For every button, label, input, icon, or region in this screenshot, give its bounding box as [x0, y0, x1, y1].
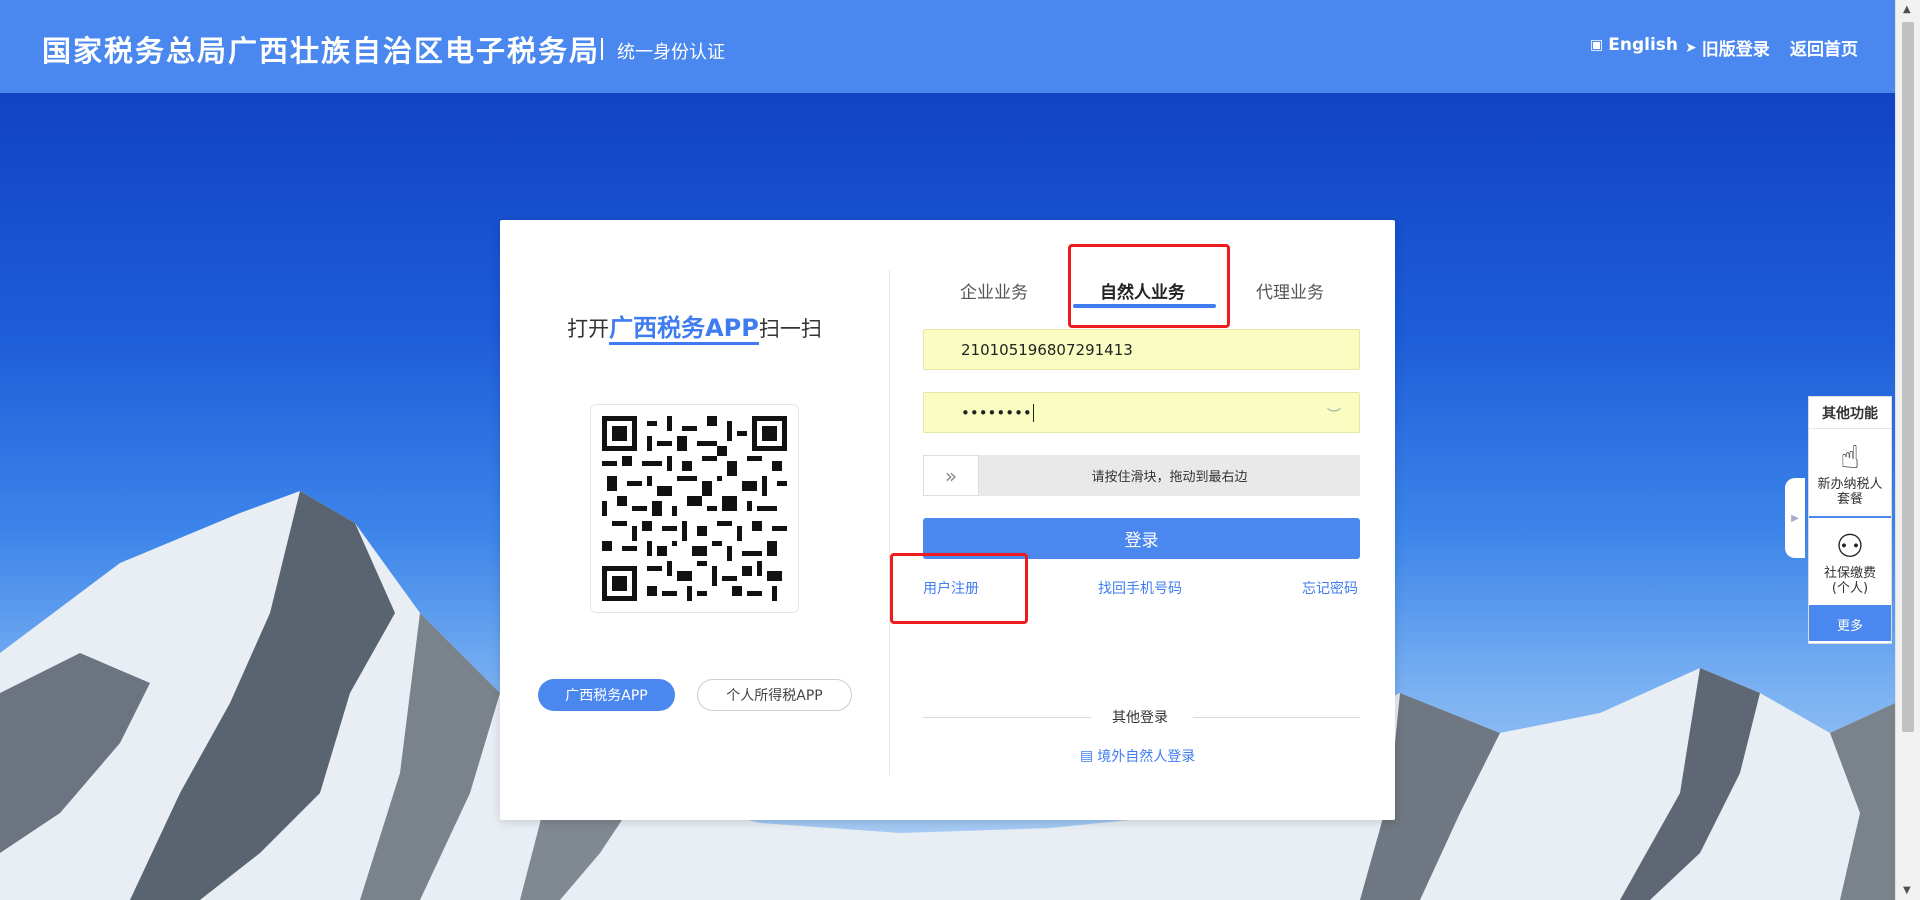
slider-captcha: » 请按住滑块，拖动到最右边 — [923, 455, 1360, 496]
side-item-social-security-line2: (个人) — [1831, 581, 1869, 596]
qr-title-app: 广西税务APP — [609, 314, 759, 345]
id-number-field[interactable]: 210105196807291413 — [923, 329, 1360, 370]
nav-english-label: English — [1608, 35, 1678, 55]
tab-enterprise[interactable]: 企业业务 — [960, 270, 1028, 310]
double-chevron-right-icon: » — [944, 463, 958, 488]
top-header: 国家税务总局广西壮族自治区电子税务局 统一身份认证 ▣ English ➤ 旧版… — [0, 0, 1895, 93]
side-widget: 其他功能 ☝ 新办纳税人 套餐 ⚇ 社保缴费 (个人) 更多 — [1808, 396, 1892, 644]
side-collapse-tab[interactable]: ▶ — [1785, 478, 1805, 558]
other-login-line-right — [1193, 717, 1360, 718]
side-item-social-security[interactable]: ⚇ 社保缴费 (个人) — [1809, 518, 1891, 607]
scroll-thumb[interactable] — [1902, 22, 1914, 732]
highlight-box-tab — [1068, 244, 1230, 328]
other-login-line-left — [923, 717, 1091, 718]
card-divider — [889, 270, 890, 775]
id-number-value: 210105196807291413 — [961, 340, 1133, 359]
text-cursor — [1032, 403, 1034, 422]
login-card: 打开广西税务APP扫一扫 广西税务APP 个人所得税APP 企业业务 自然人业务… — [500, 220, 1395, 820]
nav-home-label: 返回首页 — [1790, 40, 1858, 60]
nav-old-login-label: 旧版登录 — [1701, 40, 1770, 60]
side-item-new-taxpayer-line2: 套餐 — [1836, 492, 1863, 507]
person-icon: ⚇ — [1835, 527, 1865, 565]
nav-old-login[interactable]: ➤ 旧版登录 — [1685, 35, 1770, 61]
side-item-new-taxpayer[interactable]: ☝ 新办纳税人 套餐 — [1809, 429, 1891, 518]
scroll-down-arrow-icon[interactable]: ▼ — [1903, 885, 1911, 896]
other-login-label: 其他登录 — [1112, 710, 1168, 726]
nav-home[interactable]: 返回首页 — [1790, 35, 1858, 60]
id-card-icon: ▤ — [1080, 748, 1094, 764]
triangle-right-icon: ▶ — [1791, 512, 1799, 524]
qr-title: 打开广西税务APP扫一扫 — [500, 308, 889, 345]
slider-handle[interactable]: » — [923, 455, 979, 496]
side-widget-title: 其他功能 — [1809, 397, 1891, 429]
highlight-box-register — [890, 553, 1028, 624]
side-more-button[interactable]: 更多 — [1809, 607, 1891, 641]
recover-phone-link[interactable]: 找回手机号码 — [1098, 578, 1182, 598]
password-field[interactable]: •••••••• ︶ — [923, 392, 1360, 433]
site-subtitle: 统一身份认证 — [617, 42, 725, 63]
scroll-up-arrow-icon[interactable]: ▲ — [1903, 4, 1911, 15]
eye-closed-icon[interactable]: ︶ — [1327, 405, 1341, 425]
site-title: 国家税务总局广西壮族自治区电子税务局 — [42, 34, 601, 68]
app-button-guangxi[interactable]: 广西税务APP — [538, 679, 675, 711]
nav-english[interactable]: ▣ English — [1590, 35, 1678, 55]
tab-agent[interactable]: 代理业务 — [1256, 270, 1324, 310]
send-icon: ➤ — [1685, 39, 1697, 56]
qr-title-suffix: 扫一扫 — [758, 317, 822, 341]
title-separator — [601, 38, 603, 60]
slider-hint: 请按住滑块，拖动到最右边 — [1091, 470, 1248, 485]
app-button-iit[interactable]: 个人所得税APP — [697, 679, 852, 711]
password-value: •••••••• — [961, 403, 1032, 422]
english-icon: ▣ — [1590, 37, 1604, 53]
side-item-new-taxpayer-line1: 新办纳税人 — [1817, 477, 1883, 492]
hand-pointer-icon: ☝ — [1840, 438, 1860, 476]
overseas-login-label: 境外自然人登录 — [1097, 749, 1196, 765]
page-scrollbar[interactable]: ▲ ▼ — [1895, 0, 1920, 900]
side-item-social-security-line1: 社保缴费 — [1823, 566, 1876, 581]
qr-title-prefix: 打开 — [567, 317, 610, 341]
forgot-password-link[interactable]: 忘记密码 — [1302, 578, 1358, 598]
qr-code — [590, 404, 799, 613]
overseas-login-link[interactable]: ▤ 境外自然人登录 — [1080, 746, 1195, 766]
